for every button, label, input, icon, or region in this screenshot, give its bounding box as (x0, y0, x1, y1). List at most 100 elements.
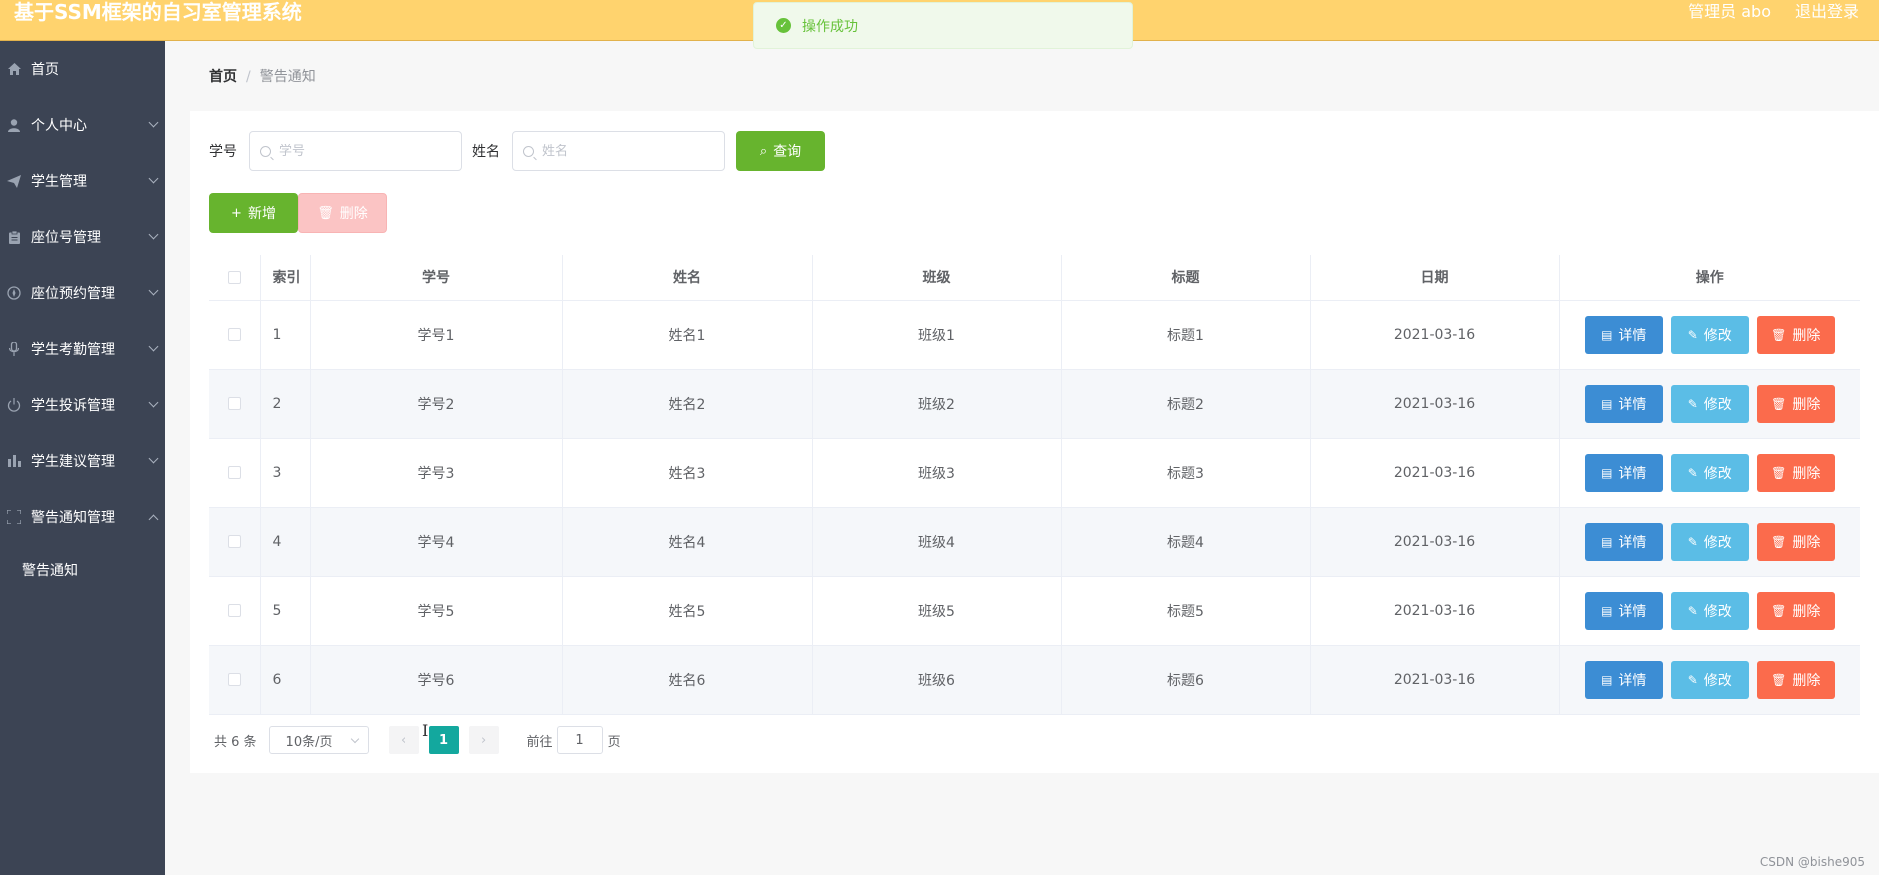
microphone-icon (6, 341, 22, 357)
sidebar-item-warning-notice-management[interactable]: 警告通知管理 (0, 489, 165, 545)
edit-button[interactable]: ✎ 修改 (1670, 453, 1749, 492)
row-checkbox[interactable] (227, 673, 241, 686)
sidebar-item-seat-reservation-management[interactable]: 座位预约管理 (0, 265, 165, 321)
delete-button[interactable]: 🗑 删除 (1756, 315, 1835, 354)
sidebar-item-label: 学生投诉管理 (31, 398, 115, 414)
user-icon (6, 117, 22, 133)
cell-index: 4 (260, 507, 311, 577)
edit-button-label: 修改 (1703, 534, 1732, 551)
cell-title: 标题3 (1061, 438, 1311, 508)
delete-button[interactable]: 🗑 删除 (1756, 660, 1835, 699)
prev-page-button[interactable]: ‹ (388, 726, 419, 754)
search-icon (260, 145, 271, 157)
search-icon (523, 145, 534, 157)
cell-name: 姓名3 (562, 438, 813, 508)
edit-button[interactable]: ✎ 修改 (1670, 522, 1749, 561)
sidebar-item-suggestion-management[interactable]: 学生建议管理 (0, 433, 165, 489)
detail-button[interactable]: ▤ 详情 (1584, 522, 1663, 561)
page-size-select[interactable]: 10条/页 (268, 726, 369, 754)
column-header-date: 日期 (1310, 255, 1560, 301)
breadcrumb-home[interactable]: 首页 (209, 69, 237, 85)
row-checkbox[interactable] (227, 535, 241, 548)
delete-button-label: 删除 (1792, 534, 1821, 551)
edit-button-label: 修改 (1703, 672, 1732, 689)
breadcrumb-current: 警告通知 (259, 69, 316, 85)
sidebar-item-home[interactable]: 首页 (0, 41, 165, 97)
table-row[interactable]: 4 学号4 姓名4 班级4 标题4 2021-03-16 ▤ 详情 ✎ 修改 🗑 删除 (209, 507, 1860, 577)
row-select-cell (209, 300, 261, 370)
delete-button[interactable]: 🗑 删除 (1756, 453, 1835, 492)
add-button[interactable]: + 新增 (209, 193, 298, 233)
cell-class: 班级4 (812, 507, 1062, 577)
logout-link[interactable]: 退出登录 (1795, 2, 1859, 22)
select-all-checkbox[interactable] (227, 270, 241, 284)
trash-icon: 🗑 (1771, 603, 1787, 618)
text-cursor-icon: I (422, 721, 429, 740)
cell-actions: ▤ 详情 ✎ 修改 🗑 删除 (1559, 300, 1860, 370)
name-input[interactable] (542, 143, 712, 159)
sidebar-item-label: 学生考勤管理 (31, 342, 115, 358)
pagination: 共 6 条 10条/页 ‹ 1 › 前往 页 (214, 726, 621, 754)
row-checkbox[interactable] (227, 466, 241, 479)
breadcrumb-separator: / (246, 69, 251, 85)
detail-button[interactable]: ▤ 详情 (1584, 315, 1663, 354)
cell-index: 5 (260, 576, 311, 646)
sidebar-subitem-warning-notice[interactable]: 警告通知 (0, 545, 165, 595)
chevron-down-icon (148, 341, 159, 352)
detail-button[interactable]: ▤ 详情 (1584, 660, 1663, 699)
page-number-current[interactable]: 1 (428, 726, 459, 754)
name-label: 姓名 (472, 144, 500, 160)
query-button[interactable]: ⌕ 查询 (736, 131, 825, 171)
batch-delete-button[interactable]: 🗑 删除 (298, 193, 387, 233)
detail-button[interactable]: ▤ 详情 (1584, 384, 1663, 423)
row-checkbox[interactable] (227, 397, 241, 410)
detail-button-label: 详情 (1618, 465, 1647, 482)
edit-button[interactable]: ✎ 修改 (1670, 384, 1749, 423)
sidebar-item-personal-center[interactable]: 个人中心 (0, 97, 165, 153)
row-checkbox[interactable] (227, 604, 241, 617)
table-row[interactable]: 1 学号1 姓名1 班级1 标题1 2021-03-16 ▤ 详情 ✎ 修改 🗑 删除 (209, 300, 1860, 370)
delete-button[interactable]: 🗑 删除 (1756, 591, 1835, 630)
cell-date: 2021-03-16 (1310, 507, 1560, 577)
bar-chart-icon (6, 453, 22, 469)
cell-student-id: 学号6 (310, 645, 563, 715)
sidebar-item-attendance-management[interactable]: 学生考勤管理 (0, 321, 165, 377)
trash-icon: 🗑 (1771, 534, 1787, 549)
edit-button[interactable]: ✎ 修改 (1670, 591, 1749, 630)
cell-name: 姓名4 (562, 507, 813, 577)
cell-class: 班级1 (812, 300, 1062, 370)
edit-button[interactable]: ✎ 修改 (1670, 315, 1749, 354)
cell-actions: ▤ 详情 ✎ 修改 🗑 删除 (1559, 576, 1860, 646)
select-all-cell (209, 255, 261, 301)
delete-button[interactable]: 🗑 删除 (1756, 522, 1835, 561)
sidebar-item-label: 座位预约管理 (31, 286, 115, 302)
delete-button[interactable]: 🗑 删除 (1756, 384, 1835, 423)
cell-index: 6 (260, 645, 311, 715)
row-checkbox[interactable] (227, 328, 241, 341)
detail-button[interactable]: ▤ 详情 (1584, 453, 1663, 492)
sidebar-item-student-management[interactable]: 学生管理 (0, 153, 165, 209)
chevron-down-icon (148, 173, 159, 184)
cell-index: 3 (260, 438, 311, 508)
table-row[interactable]: 6 学号6 姓名6 班级6 标题6 2021-03-16 ▤ 详情 ✎ 修改 🗑 删除 (209, 645, 1860, 715)
student-id-field[interactable] (249, 131, 462, 171)
cell-title: 标题6 (1061, 645, 1311, 715)
edit-button-label: 修改 (1703, 603, 1732, 620)
name-field[interactable] (512, 131, 725, 171)
student-id-input[interactable] (279, 143, 449, 159)
cell-date: 2021-03-16 (1310, 300, 1560, 370)
cell-class: 班级3 (812, 438, 1062, 508)
goto-page-input[interactable] (556, 726, 603, 754)
edit-button-label: 修改 (1703, 396, 1732, 413)
sidebar-item-label: 首页 (31, 62, 59, 78)
detail-button[interactable]: ▤ 详情 (1584, 591, 1663, 630)
plus-icon: + (231, 205, 242, 221)
sidebar-item-seat-number-management[interactable]: 座位号管理 (0, 209, 165, 265)
pencil-icon: ✎ (1687, 603, 1698, 618)
sidebar-item-complaint-management[interactable]: 学生投诉管理 (0, 377, 165, 433)
edit-button[interactable]: ✎ 修改 (1670, 660, 1749, 699)
table-row[interactable]: 3 学号3 姓名3 班级3 标题3 2021-03-16 ▤ 详情 ✎ 修改 🗑 删除 (209, 438, 1860, 508)
next-page-button[interactable]: › (468, 726, 499, 754)
table-row[interactable]: 2 学号2 姓名2 班级2 标题2 2021-03-16 ▤ 详情 ✎ 修改 🗑 删除 (209, 369, 1860, 439)
table-row[interactable]: 5 学号5 姓名5 班级5 标题5 2021-03-16 ▤ 详情 ✎ 修改 🗑 删除 (209, 576, 1860, 646)
